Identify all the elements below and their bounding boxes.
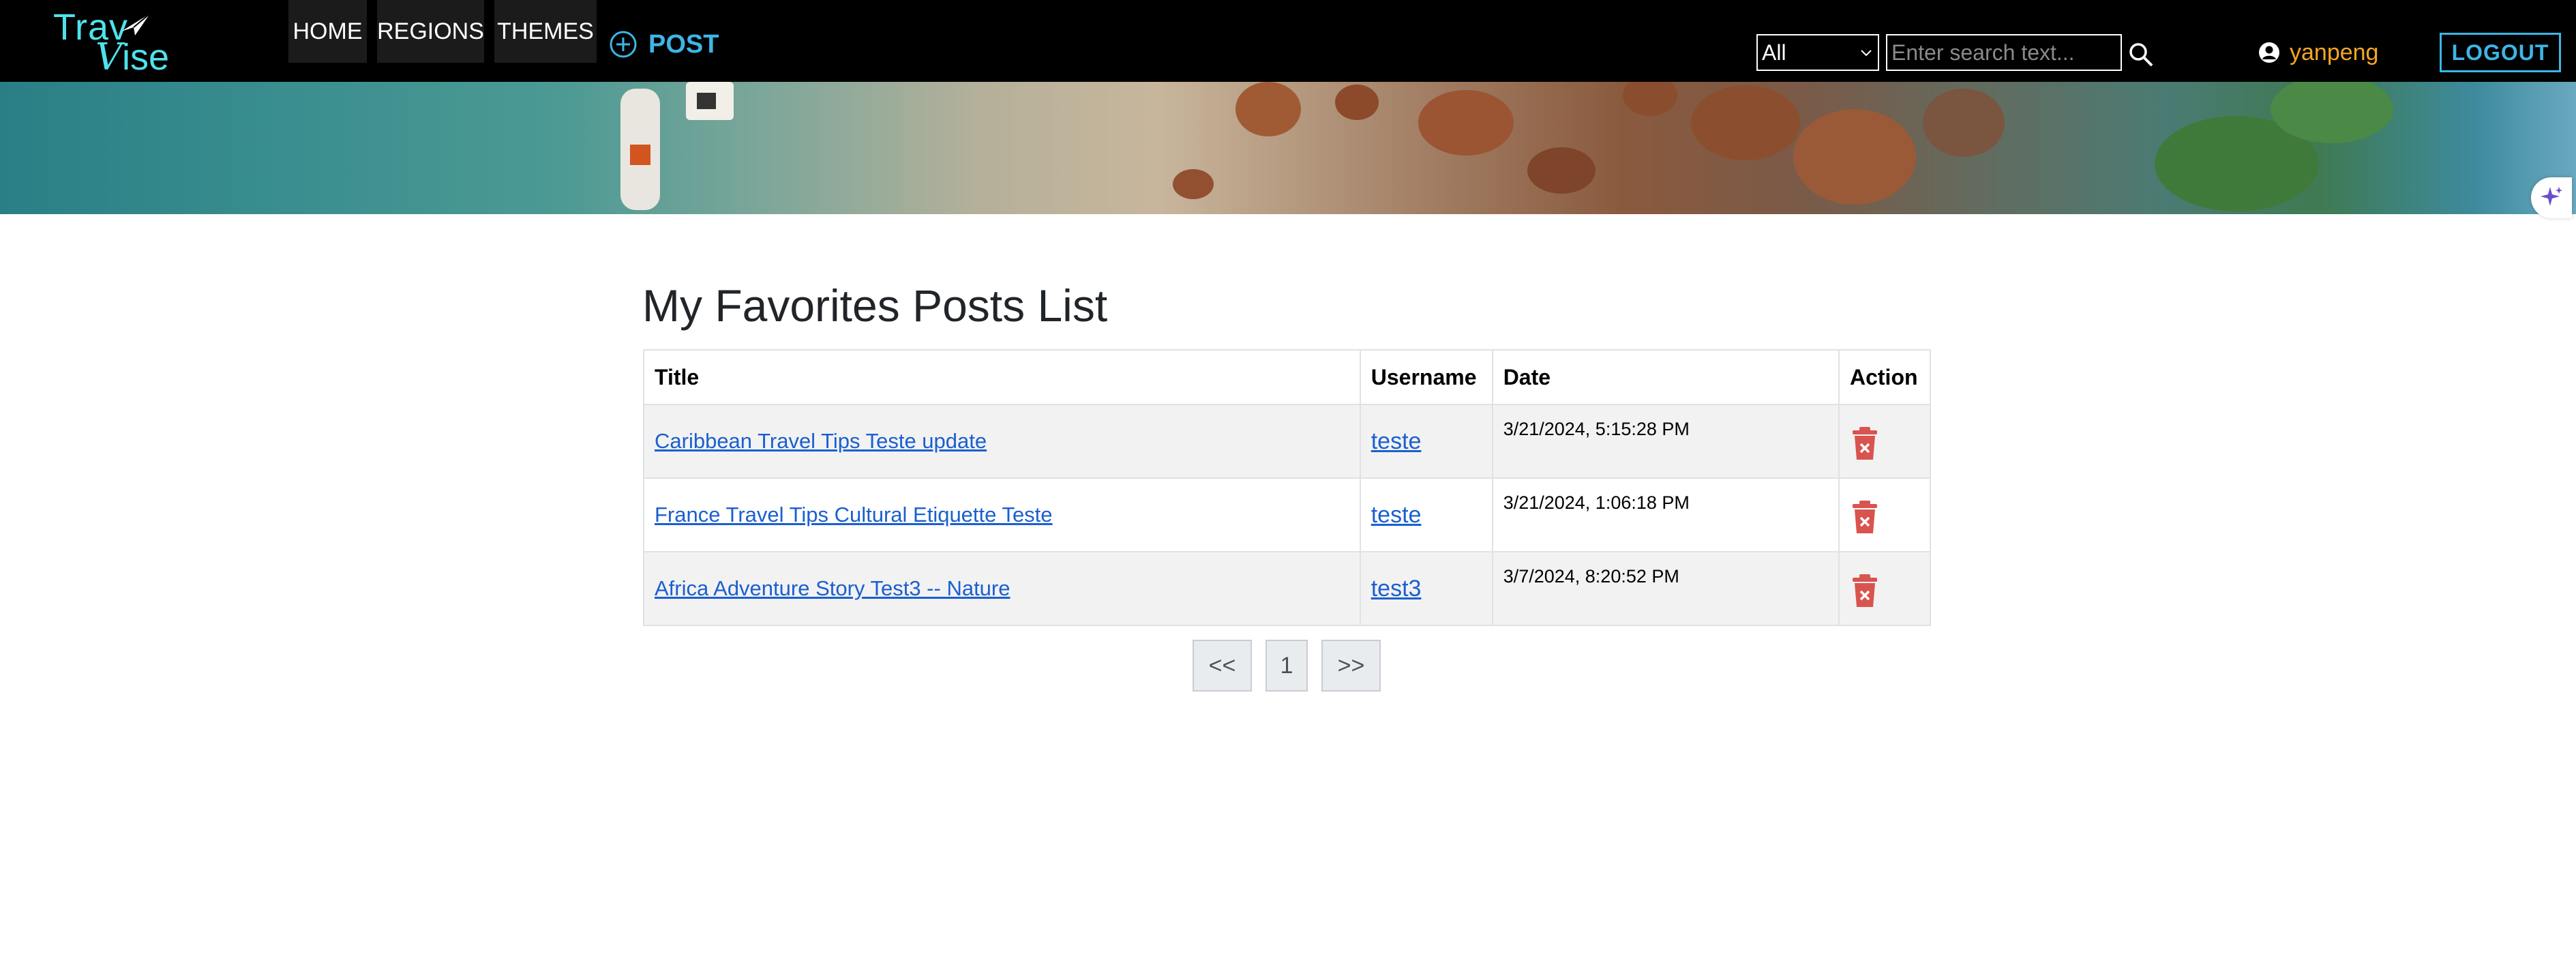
post-date: 3/21/2024, 5:15:28 PM <box>1491 404 1840 479</box>
nav-regions[interactable]: REGIONS <box>377 0 484 63</box>
username-label: yanpeng <box>2290 39 2379 65</box>
logo-text-bottom: Vise <box>95 37 169 78</box>
search-category-select[interactable]: All <box>1756 34 1879 71</box>
table-header-row: Title Username Date Action <box>643 349 1932 405</box>
search-category-value: All <box>1762 40 1786 65</box>
nav-themes[interactable]: THEMES <box>494 0 597 63</box>
username-cell: test3 <box>1359 551 1493 626</box>
travel-wise-logo[interactable]: Trav Vise <box>53 7 183 78</box>
post-date: 3/7/2024, 8:20:52 PM <box>1491 551 1840 626</box>
post-username-link[interactable]: test3 <box>1371 576 1422 602</box>
trash-delete-icon[interactable] <box>1850 426 1880 461</box>
column-header-date: Date <box>1491 349 1840 405</box>
column-header-action: Action <box>1838 349 1932 405</box>
hero-banner-image <box>0 82 2576 214</box>
table-row: Africa Adventure Story Test3 -- Nature t… <box>643 551 1932 626</box>
username-cell: teste <box>1359 477 1493 552</box>
post-username-link[interactable]: teste <box>1371 428 1422 454</box>
post-date: 3/21/2024, 1:06:18 PM <box>1491 477 1840 552</box>
post-title-link[interactable]: France Travel Tips Cultural Etiquette Te… <box>655 503 1053 527</box>
post-username-link[interactable]: teste <box>1371 502 1422 528</box>
search-icon[interactable] <box>2127 41 2155 68</box>
trash-delete-icon[interactable] <box>1850 499 1880 535</box>
action-cell <box>1838 404 1932 479</box>
logo-ise: ise <box>122 37 170 78</box>
pagination-prev-button[interactable]: << <box>1193 640 1252 692</box>
trash-delete-icon[interactable] <box>1850 573 1880 608</box>
nav-post-button[interactable]: POST <box>609 29 719 60</box>
action-cell <box>1838 551 1932 626</box>
action-cell <box>1838 477 1932 552</box>
post-title-cell: Africa Adventure Story Test3 -- Nature <box>643 551 1361 626</box>
post-title-link[interactable]: Africa Adventure Story Test3 -- Nature <box>655 576 1010 600</box>
search-input[interactable] <box>1886 34 2122 71</box>
logout-button[interactable]: LOGOUT <box>2440 33 2561 72</box>
post-title-cell: Caribbean Travel Tips Teste update <box>643 404 1361 479</box>
page-title: My Favorites Posts List <box>642 280 1108 331</box>
column-header-title: Title <box>643 349 1361 405</box>
plus-circle-icon <box>610 31 637 58</box>
banner-art <box>620 82 2393 211</box>
top-navbar: Trav Vise HOME REGIONS THEMES POST All E… <box>0 0 2576 82</box>
ai-assistant-sparkle-button[interactable] <box>2531 177 2572 218</box>
column-header-username: Username <box>1359 349 1493 405</box>
paper-plane-icon <box>121 13 151 35</box>
post-title-link[interactable]: Caribbean Travel Tips Teste update <box>655 429 987 453</box>
nav-post-label: POST <box>648 29 719 59</box>
username-cell: teste <box>1359 404 1493 479</box>
table-row: Caribbean Travel Tips Teste update teste… <box>643 404 1932 479</box>
pagination-next-button[interactable]: >> <box>1321 640 1381 692</box>
favorites-table: Title Username Date Action Caribbean Tra… <box>643 349 1932 626</box>
user-circle-icon <box>2259 42 2279 63</box>
table-row: France Travel Tips Cultural Etiquette Te… <box>643 477 1932 552</box>
sparkle-icon <box>2541 187 2562 206</box>
logo-v: V <box>95 35 122 78</box>
pagination-page-1[interactable]: 1 <box>1265 640 1308 692</box>
user-profile-link[interactable]: yanpeng <box>2258 37 2378 68</box>
chevron-down-icon <box>1861 50 1872 57</box>
nav-home[interactable]: HOME <box>288 0 367 63</box>
post-title-cell: France Travel Tips Cultural Etiquette Te… <box>643 477 1361 552</box>
